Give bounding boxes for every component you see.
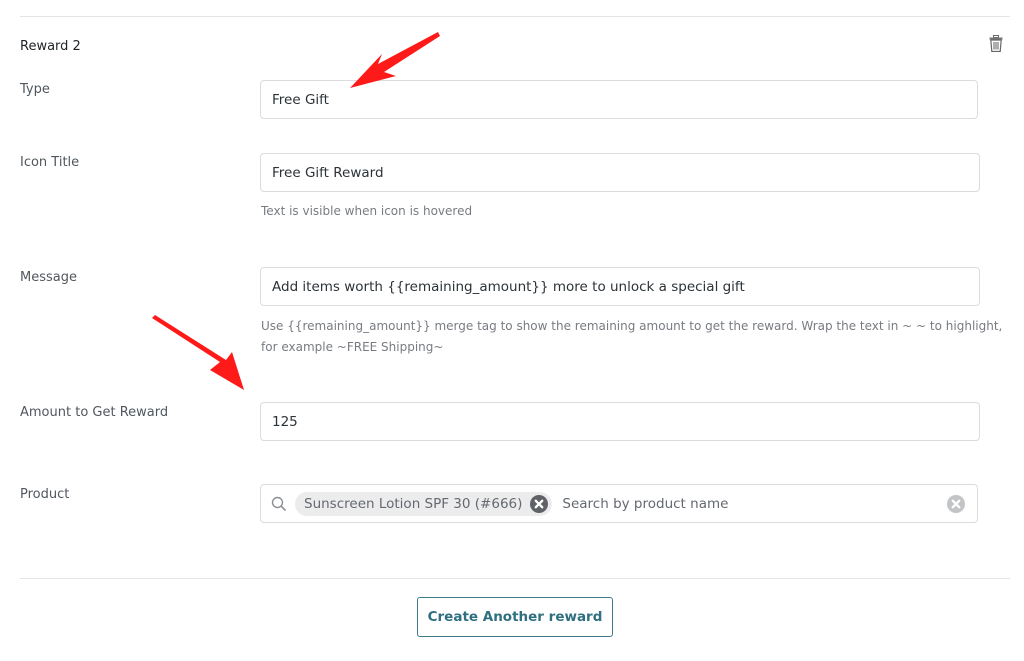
type-field[interactable]: Free Gift: [260, 80, 978, 119]
trash-icon[interactable]: [989, 35, 1003, 52]
reward-title: Reward 2: [20, 39, 81, 54]
bottom-divider: [20, 578, 1010, 579]
amount-label: Amount to Get Reward: [20, 405, 169, 420]
clear-circle-icon[interactable]: [947, 494, 965, 513]
message-input[interactable]: Add items worth {{remaining_amount}} mor…: [260, 267, 980, 306]
annotation-arrow-amount: [152, 315, 244, 390]
icon-title-value: Free Gift Reward: [272, 164, 384, 181]
icon-title-input[interactable]: Free Gift Reward: [260, 153, 980, 192]
message-label: Message: [20, 270, 77, 285]
icon-title-hint: Text is visible when icon is hovered: [261, 204, 473, 218]
selected-product-label: Sunscreen Lotion SPF 30 (#666): [304, 495, 523, 512]
icon-title-label: Icon Title: [20, 155, 80, 170]
selected-product-chip: Sunscreen Lotion SPF 30 (#666): [295, 491, 553, 516]
reward-settings-panel: Reward 2 Type Free Gift Icon Title Free …: [0, 0, 1024, 661]
type-value: Free Gift: [272, 91, 329, 108]
message-hint-line1: Use {{remaining_amount}} merge tag to sh…: [261, 319, 1003, 333]
product-search-field[interactable]: Sunscreen Lotion SPF 30 (#666): [260, 484, 978, 523]
amount-input[interactable]: 125: [260, 402, 980, 441]
top-divider: [20, 16, 1010, 17]
create-another-reward-button[interactable]: Create Another reward: [417, 597, 613, 637]
type-label: Type: [20, 82, 50, 97]
message-value: Add items worth {{remaining_amount}} mor…: [272, 278, 745, 295]
product-search-input[interactable]: [562, 495, 947, 512]
search-icon: [271, 496, 287, 511]
message-hint-line2: for example ~FREE Shipping~: [261, 340, 444, 354]
product-label: Product: [20, 487, 70, 502]
remove-chip-icon[interactable]: [530, 494, 549, 513]
amount-value: 125: [272, 413, 298, 430]
